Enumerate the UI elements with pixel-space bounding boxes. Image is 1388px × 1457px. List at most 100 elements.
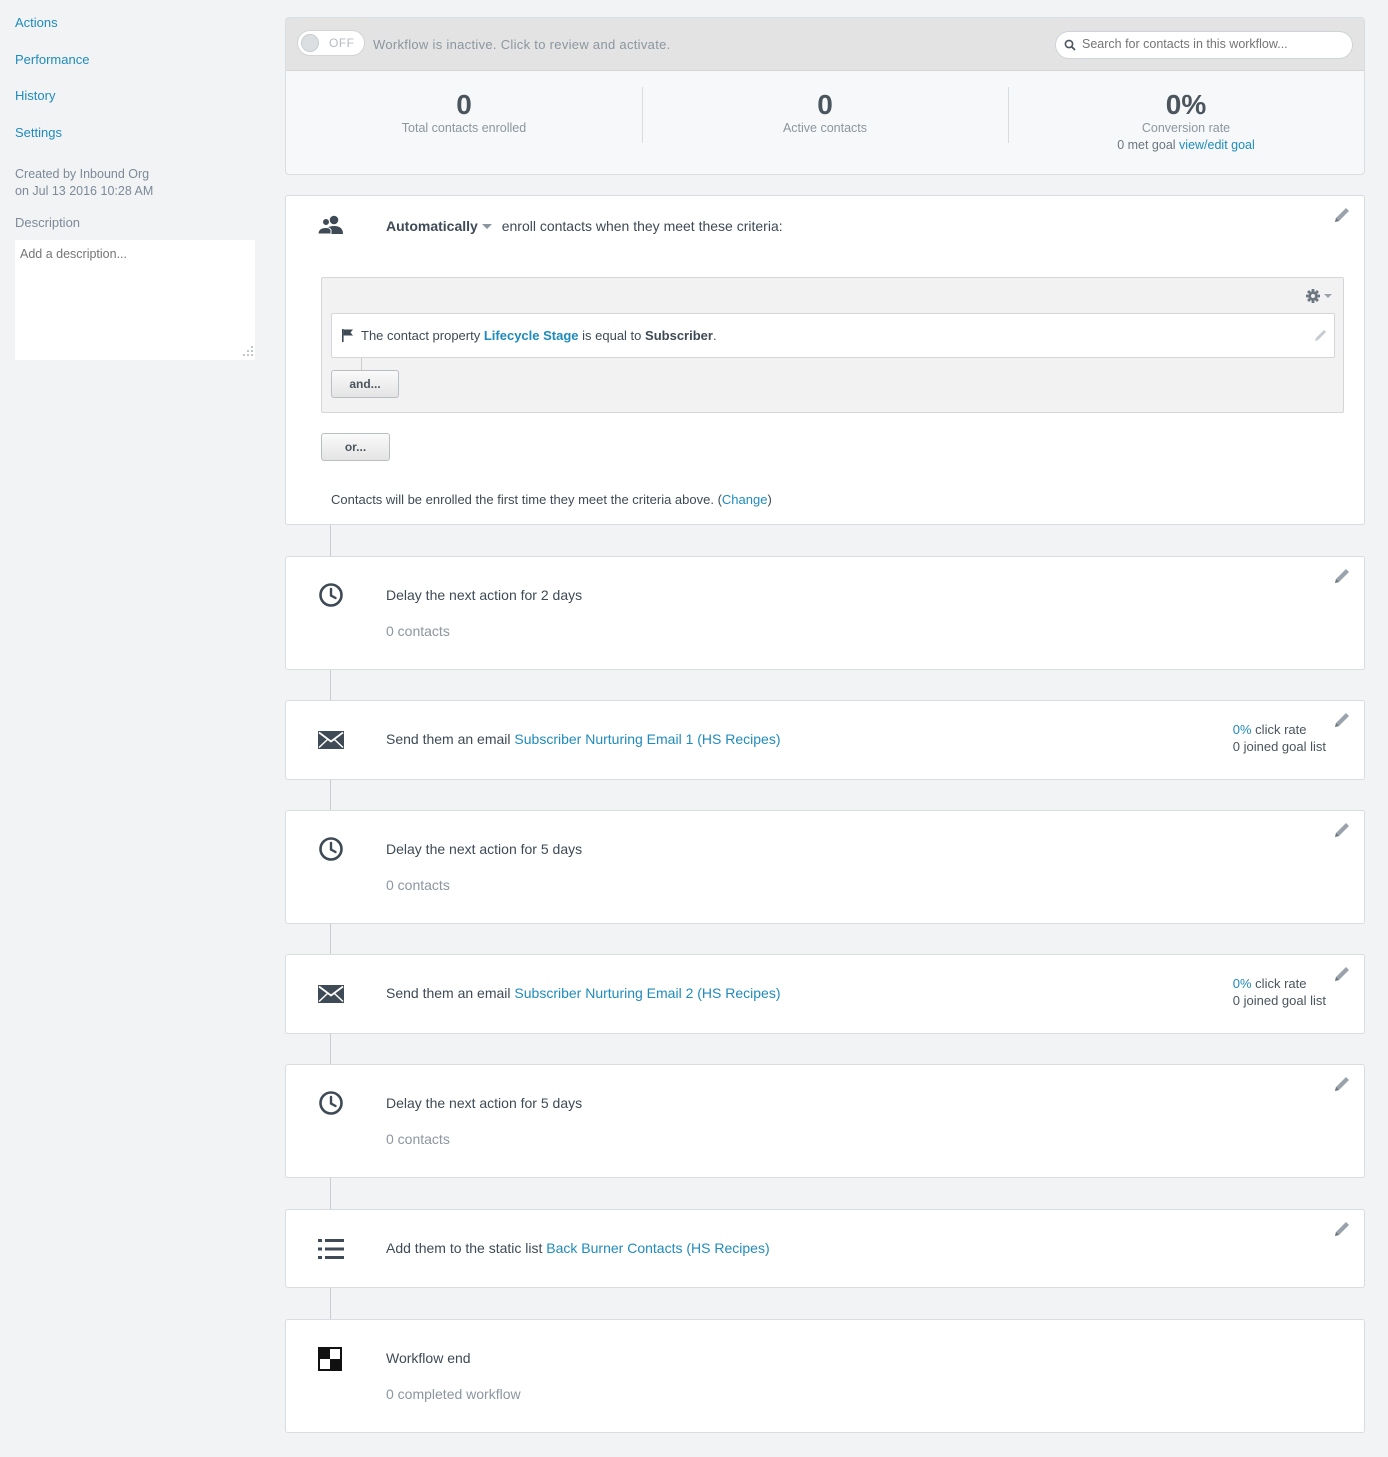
step-title: Delay the next action for 2 days	[386, 587, 583, 603]
chevron-down-icon	[481, 223, 492, 229]
criteria-property[interactable]: Lifecycle Stage	[484, 328, 579, 343]
step-contact-count: 0 contacts	[386, 877, 450, 893]
connector-line	[330, 779, 331, 811]
criteria-text: The contact property Lifecycle Stage is …	[361, 328, 717, 343]
stats-row: 0 Total contacts enrolled 0 Active conta…	[286, 71, 1364, 174]
enrollment-rule: Automatically enroll contacts when they …	[386, 218, 783, 234]
stat-label: Total contacts enrolled	[401, 121, 527, 135]
workflow-status-panel: OFF Workflow is inactive. Click to revie…	[285, 17, 1365, 175]
clock-icon	[317, 835, 345, 863]
pencil-icon[interactable]	[1313, 327, 1329, 343]
completed-count: 0 completed workflow	[386, 1386, 521, 1402]
step-title: Send them an email Subscriber Nurturing …	[386, 985, 781, 1001]
click-rate-label: click rate	[1251, 722, 1307, 737]
connector-line	[330, 923, 331, 955]
pencil-icon[interactable]	[1332, 710, 1352, 730]
list-step-card[interactable]: Add them to the static list Back Burner …	[285, 1209, 1365, 1288]
contact-search[interactable]	[1055, 31, 1353, 59]
delay-step-card[interactable]: Delay the next action for 2 days 0 conta…	[285, 556, 1365, 670]
step-title: Delay the next action for 5 days	[386, 1095, 583, 1111]
edit-goal-link[interactable]: view/edit goal	[1179, 138, 1255, 152]
enrollment-note-text: Contacts will be enrolled the first time…	[331, 492, 722, 507]
connector-line	[330, 1033, 331, 1065]
checkered-flag-icon	[316, 1345, 344, 1373]
flag-icon	[342, 329, 353, 342]
pencil-icon[interactable]	[1332, 566, 1352, 586]
gear-icon[interactable]	[1305, 288, 1335, 304]
stat-label: Conversion rate	[1141, 121, 1231, 135]
created-by: Created by Inbound Org	[15, 167, 150, 181]
criteria-value: Subscriber	[645, 328, 713, 343]
step-title: Add them to the static list Back Burner …	[386, 1240, 770, 1256]
click-rate-value: 0%	[1232, 722, 1252, 737]
criteria-suffix: .	[712, 328, 717, 343]
goal-summary: 0 met goal view/edit goal	[1008, 138, 1364, 152]
goal-list-count: 0 joined goal list	[1232, 993, 1326, 1008]
resize-handle-icon[interactable]	[243, 346, 253, 356]
step-title: Send them an email Subscriber Nurturing …	[386, 731, 781, 747]
sidebar-item-history[interactable]: History	[15, 88, 55, 103]
step-prefix: Send them an email	[386, 985, 515, 1001]
email-link[interactable]: Subscriber Nurturing Email 1 (HS Recipes…	[514, 731, 780, 747]
criteria-operator: is equal to	[582, 328, 642, 343]
pencil-icon[interactable]	[1332, 1219, 1352, 1239]
connector-line	[330, 1177, 331, 1210]
criteria-group: The contact property Lifecycle Stage is …	[321, 277, 1344, 413]
goal-list-count: 0 joined goal list	[1232, 739, 1326, 754]
stat-conversion-rate: 0% Conversion rate 0 met goal view/edit …	[1008, 89, 1364, 152]
contacts-icon	[317, 211, 345, 239]
connector-line	[330, 669, 331, 701]
enrollment-mode: Automatically	[386, 218, 478, 234]
workflow-end-card: Workflow end 0 completed workflow	[285, 1319, 1365, 1433]
status-message[interactable]: Workflow is inactive. Click to review an…	[373, 37, 671, 52]
click-rate: 0% click rate	[1233, 975, 1326, 992]
email-stats: 0% click rate 0 joined goal list	[1233, 721, 1326, 755]
step-title: Workflow end	[386, 1350, 471, 1366]
enrollment-mode-dropdown[interactable]: Automatically	[386, 218, 498, 234]
pencil-icon[interactable]	[1332, 820, 1352, 840]
and-button[interactable]: and...	[331, 370, 399, 398]
stat-value: 0	[456, 89, 472, 120]
status-bar: OFF Workflow is inactive. Click to revie…	[286, 18, 1364, 71]
email-stats: 0% click rate 0 joined goal list	[1233, 975, 1326, 1009]
connector-line	[330, 525, 331, 557]
static-list-link[interactable]: Back Burner Contacts (HS Recipes)	[546, 1240, 769, 1256]
step-title: Delay the next action for 5 days	[386, 841, 583, 857]
divider	[642, 87, 643, 143]
email-link[interactable]: Subscriber Nurturing Email 2 (HS Recipes…	[514, 985, 780, 1001]
step-prefix: Add them to the static list	[386, 1240, 547, 1256]
click-rate: 0% click rate	[1233, 721, 1326, 738]
pencil-icon[interactable]	[1332, 964, 1352, 984]
or-button[interactable]: or...	[321, 433, 390, 461]
stat-active-contacts: 0 Active contacts	[647, 89, 1003, 135]
email-step-card[interactable]: Send them an email Subscriber Nurturing …	[285, 700, 1365, 780]
pencil-icon[interactable]	[1332, 1074, 1352, 1094]
sidebar-item-settings[interactable]: Settings	[15, 125, 62, 140]
pencil-icon[interactable]	[1332, 205, 1352, 225]
envelope-icon	[317, 726, 345, 754]
email-step-card[interactable]: Send them an email Subscriber Nurturing …	[285, 954, 1365, 1034]
created-on: on Jul 13 2016 10:28 AM	[15, 184, 154, 198]
activation-toggle[interactable]: OFF	[297, 30, 365, 56]
stat-value: 0%	[1165, 89, 1207, 120]
list-icon	[317, 1235, 345, 1263]
envelope-icon	[317, 980, 345, 1008]
delay-step-card[interactable]: Delay the next action for 5 days 0 conta…	[285, 810, 1365, 924]
stat-label: Active contacts	[782, 121, 868, 135]
step-prefix: Send them an email	[386, 731, 515, 747]
enrollment-trigger-card: Automatically enroll contacts when they …	[285, 195, 1365, 525]
delay-step-card[interactable]: Delay the next action for 5 days 0 conta…	[285, 1064, 1365, 1178]
sidebar-item-actions[interactable]: Actions	[15, 15, 58, 30]
toggle-label: OFF	[329, 36, 355, 50]
stat-total-enrolled: 0 Total contacts enrolled	[286, 89, 642, 135]
click-rate-label: click rate	[1251, 976, 1307, 991]
search-input[interactable]	[1082, 37, 1342, 51]
description-field[interactable]	[15, 240, 255, 360]
workflow-meta: Created by Inbound Org on Jul 13 2016 10…	[15, 166, 153, 200]
change-link[interactable]: Change	[722, 492, 768, 507]
criteria-filter[interactable]: The contact property Lifecycle Stage is …	[331, 313, 1335, 358]
enrollment-description: enroll contacts when they meet these cri…	[501, 218, 783, 234]
enrollment-note-end: )	[767, 492, 772, 507]
step-contact-count: 0 contacts	[386, 1131, 450, 1147]
sidebar-item-performance[interactable]: Performance	[15, 52, 89, 67]
